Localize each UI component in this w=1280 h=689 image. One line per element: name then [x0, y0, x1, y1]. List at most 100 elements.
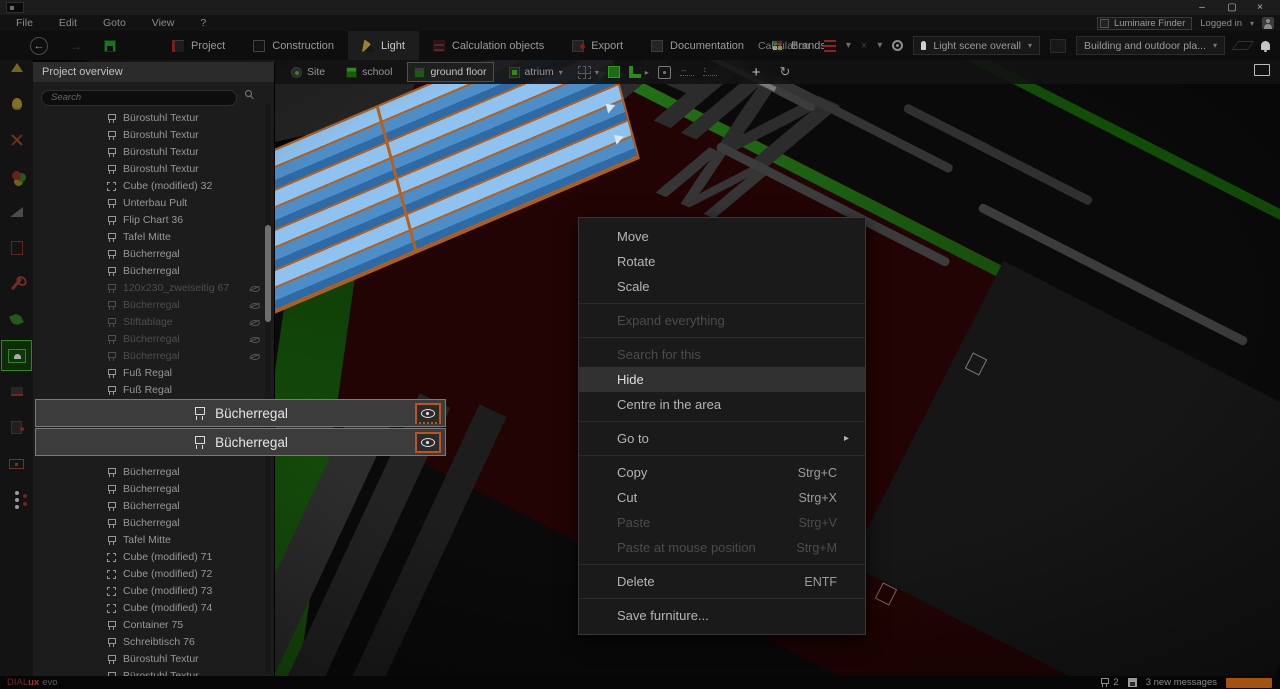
light-scene-dropdown[interactable]: Light scene overall ▾	[913, 36, 1040, 55]
scrollbar-track[interactable]	[265, 104, 271, 674]
tree-row[interactable]: Bücherregal	[33, 246, 274, 263]
tree-row[interactable]: Tafel Mitte	[33, 532, 274, 549]
tree-row[interactable]: Bürostuhl Textur	[33, 668, 274, 677]
measure-height-button[interactable]: ↕	[703, 68, 717, 76]
grid-settings-button[interactable]: ▾	[578, 66, 599, 79]
sidebar-item-dots[interactable]	[2, 485, 31, 514]
view-mode-dropdown[interactable]: Building and outdoor pla... ▾	[1076, 36, 1225, 55]
sidebar-item-monitor[interactable]	[2, 449, 31, 478]
sidebar-item-leaf[interactable]	[2, 305, 31, 334]
eye-off-icon[interactable]	[250, 353, 260, 360]
refresh-icon[interactable]: ↻	[780, 64, 791, 80]
logged-in-chevron-icon[interactable]: ▾	[1250, 19, 1254, 28]
sidebar-item-colors[interactable]	[2, 161, 31, 190]
close-button[interactable]: ×	[1246, 0, 1274, 15]
tree-row[interactable]: Bücherregal	[33, 331, 274, 348]
visibility-toggle-button[interactable]	[415, 403, 441, 424]
solid-view-button[interactable]	[608, 66, 620, 78]
sidebar-item-screen[interactable]	[2, 377, 31, 406]
logged-in-label[interactable]: Logged in	[1200, 18, 1242, 29]
tree-row[interactable]: Stiftablage	[33, 314, 274, 331]
scrollbar-thumb[interactable]	[265, 225, 271, 322]
tree-row[interactable]: Bürostuhl Textur	[33, 651, 274, 668]
tree-row[interactable]: Container 75	[33, 617, 274, 634]
tree-row[interactable]: 120x230_zweiseitig 67	[33, 280, 274, 297]
calculation-chevron-icon[interactable]: ▾	[846, 40, 851, 51]
tab-export[interactable]: Export	[558, 31, 637, 60]
tree-row[interactable]: Fuß Regal	[33, 365, 274, 382]
sidebar-item-panel[interactable]	[2, 413, 31, 442]
sidebar-item-tools[interactable]	[2, 125, 31, 154]
messages-badge[interactable]	[1226, 678, 1272, 688]
context-item-cut[interactable]: CutStrg+X	[579, 485, 865, 510]
snapshot-button[interactable]	[1050, 39, 1066, 53]
forward-icon[interactable]: →	[70, 39, 82, 53]
context-item-delete[interactable]: DeleteENTF	[579, 569, 865, 594]
tree-row[interactable]: Unterbau Pult	[33, 195, 274, 212]
eye-off-icon[interactable]	[250, 302, 260, 309]
tab-documentation[interactable]: Documentation	[637, 31, 758, 60]
tree-row[interactable]: Schreibtisch 76	[33, 634, 274, 651]
messages-label[interactable]: 3 new messages	[1146, 677, 1217, 688]
tab-calculation-objects[interactable]: Calculation objects	[419, 31, 558, 60]
tree-row[interactable]: Bürostuhl Textur	[33, 161, 274, 178]
eye-off-icon[interactable]	[250, 336, 260, 343]
viewport-button-school[interactable]: school	[340, 62, 398, 82]
tree-row[interactable]: Cube (modified) 73	[33, 583, 274, 600]
sidebar-item-chart[interactable]	[2, 197, 31, 226]
deactivate-icon[interactable]: ×	[861, 40, 867, 52]
avatar[interactable]	[1262, 17, 1274, 29]
menu-view[interactable]: View	[152, 17, 175, 29]
minimize-button[interactable]: –	[1188, 0, 1216, 15]
menu-goto[interactable]: Goto	[103, 17, 126, 29]
menu-edit[interactable]: Edit	[59, 17, 77, 29]
calculation-type-icon[interactable]	[824, 40, 836, 52]
search-input[interactable]	[41, 90, 237, 106]
viewport-button-ground-floor[interactable]: ground floor	[407, 62, 493, 82]
tree-row[interactable]: Bücherregal	[33, 464, 274, 481]
tree-row[interactable]: Bücherregal	[33, 263, 274, 280]
add-button[interactable]: +	[752, 64, 761, 81]
tree-row[interactable]: Cube (modified) 74	[33, 600, 274, 617]
tab-construction[interactable]: Construction	[239, 31, 348, 60]
tree-row[interactable]: Cube (modified) 32	[33, 178, 274, 195]
maximize-button[interactable]: ▢	[1218, 0, 1246, 15]
tree-row[interactable]: Bücherregal	[33, 297, 274, 314]
selected-row[interactable]: Bücherregal	[35, 428, 446, 456]
tree-row[interactable]: Bücherregal	[33, 515, 274, 532]
context-item-rotate[interactable]: Rotate	[579, 249, 865, 274]
viewport-button-atrium[interactable]: atrium▾	[503, 62, 569, 82]
context-item-centre-in-the-area[interactable]: Centre in the area	[579, 392, 865, 417]
sidebar-item-box[interactable]	[2, 233, 31, 262]
sidebar-item-wrench[interactable]	[2, 269, 31, 298]
gear-icon[interactable]	[892, 40, 903, 51]
tree-row[interactable]: Cube (modified) 71	[33, 549, 274, 566]
section-view-button[interactable]: ▸	[629, 66, 649, 78]
monitor-icon[interactable]	[1254, 64, 1270, 76]
sidebar-item-scene[interactable]	[2, 341, 31, 370]
context-item-copy[interactable]: CopyStrg+C	[579, 460, 865, 485]
menu-[interactable]: ?	[200, 17, 206, 29]
tree-row[interactable]: Fuß Regal	[33, 382, 274, 399]
save-icon[interactable]	[104, 40, 116, 52]
notification-bell-icon[interactable]	[1261, 41, 1270, 50]
tree-row[interactable]: Bürostuhl Textur	[33, 110, 274, 127]
luminaire-finder-button[interactable]: Luminaire Finder	[1097, 17, 1192, 30]
menu-file[interactable]: File	[16, 17, 33, 29]
deactivate-chevron-icon[interactable]: ▾	[877, 40, 882, 51]
back-icon[interactable]: ←	[30, 37, 48, 55]
eye-off-icon[interactable]	[250, 319, 260, 326]
viewport-button-site[interactable]: Site	[285, 62, 331, 82]
sidebar-item-bulb[interactable]	[2, 89, 31, 118]
tree-row[interactable]: Cube (modified) 72	[33, 566, 274, 583]
tree-row[interactable]: Tafel Mitte	[33, 229, 274, 246]
save-status-icon[interactable]	[1128, 678, 1137, 687]
context-item-go-to[interactable]: Go to▸	[579, 426, 865, 451]
context-item-scale[interactable]: Scale	[579, 274, 865, 299]
context-item-move[interactable]: Move	[579, 224, 865, 249]
tree-row[interactable]: Bücherregal	[33, 498, 274, 515]
tree-row[interactable]: Flip Chart 36	[33, 212, 274, 229]
tab-light[interactable]: Light	[348, 31, 419, 60]
wireframe-icon[interactable]	[1232, 41, 1254, 50]
tree-row[interactable]: Bürostuhl Textur	[33, 144, 274, 161]
